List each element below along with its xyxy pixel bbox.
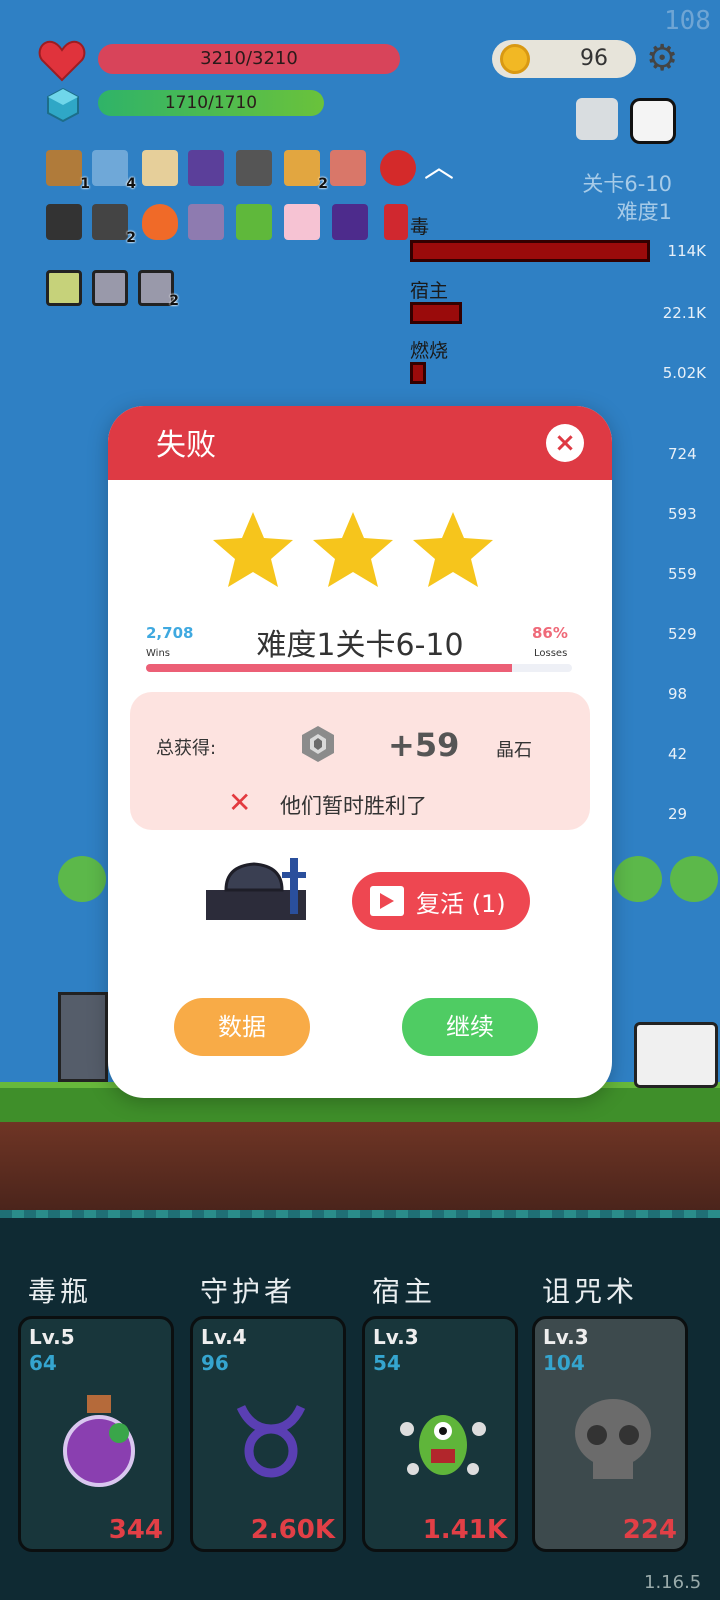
win-progress-fill xyxy=(146,664,513,672)
losses-value: 86% xyxy=(532,624,568,642)
wins-label: Wins xyxy=(146,648,170,659)
crystal-icon xyxy=(302,726,334,762)
dialog-title: 失败 xyxy=(156,428,216,463)
fail-message: 他们暂时胜利了 xyxy=(280,794,427,818)
data-button[interactable]: 数据 xyxy=(174,998,310,1056)
star-icon xyxy=(413,512,493,587)
reward-label: 总获得: xyxy=(156,738,217,759)
grave-sword-icon xyxy=(206,858,306,920)
wins-value: 2,708 xyxy=(146,624,194,642)
defeat-dialog: 失败 × 2,708 Wins 难度1关卡6-10 86% Losses 总获得… xyxy=(108,406,612,1098)
level-title: 难度1关卡6-10 xyxy=(256,628,464,663)
star-icon xyxy=(313,512,393,587)
revive-label: 复活 (1) xyxy=(416,890,506,918)
fail-x-icon: ✕ xyxy=(228,786,252,819)
star-icon xyxy=(213,512,293,587)
video-ad-icon xyxy=(370,886,404,916)
continue-button[interactable]: 继续 xyxy=(402,998,538,1056)
close-button[interactable]: × xyxy=(546,424,584,462)
losses-label: Losses xyxy=(534,648,568,659)
reward-box: 总获得: +59 晶石 ✕ 他们暂时胜利了 xyxy=(130,692,590,830)
reward-unit: 晶石 xyxy=(496,740,532,761)
revive-button[interactable]: 复活 (1) xyxy=(352,872,530,930)
win-progress-bar xyxy=(146,664,572,672)
reward-amount: +59 xyxy=(388,726,460,764)
